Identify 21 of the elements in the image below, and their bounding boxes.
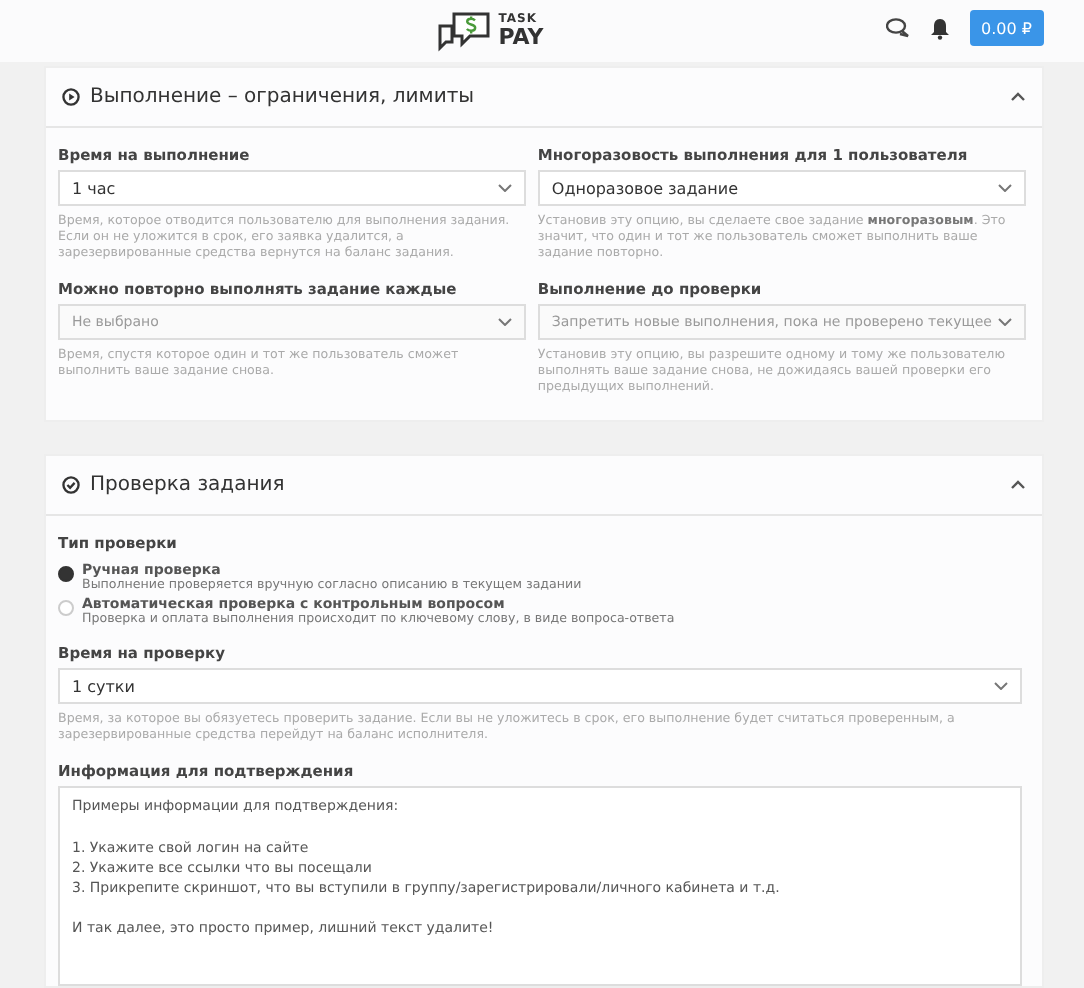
select-field[interactable]: Одноразовое задание xyxy=(537,170,1026,206)
logo-text-bottom: PAY xyxy=(498,26,544,48)
select-field[interactable]: 1 сутки xyxy=(58,668,1022,705)
chevron-icon[interactable] xyxy=(1010,480,1026,491)
chevron-down-icon xyxy=(497,184,512,192)
bell-icon[interactable] xyxy=(929,17,950,39)
chat-icon[interactable] xyxy=(885,18,910,38)
play-circle-icon xyxy=(62,88,80,106)
section-header[interactable]: Выполнение – ограничения, лимиты xyxy=(46,68,1042,128)
section-title: Выполнение – ограничения, лимиты xyxy=(90,86,475,108)
check-circle-icon xyxy=(62,476,80,495)
radio-button[interactable] xyxy=(58,566,74,583)
chat-bubbles-dollar-icon xyxy=(436,9,493,53)
section-title: Проверка задания xyxy=(90,474,285,497)
chevron-icon[interactable] xyxy=(1010,92,1026,102)
select-field[interactable]: 1 час xyxy=(58,170,526,206)
chevron-down-icon xyxy=(994,682,1008,691)
chevron-down-icon xyxy=(998,184,1012,192)
chevron-down-icon xyxy=(497,317,512,326)
section-header[interactable]: Проверка задания xyxy=(46,456,1042,517)
chevron-down-icon xyxy=(998,317,1012,326)
